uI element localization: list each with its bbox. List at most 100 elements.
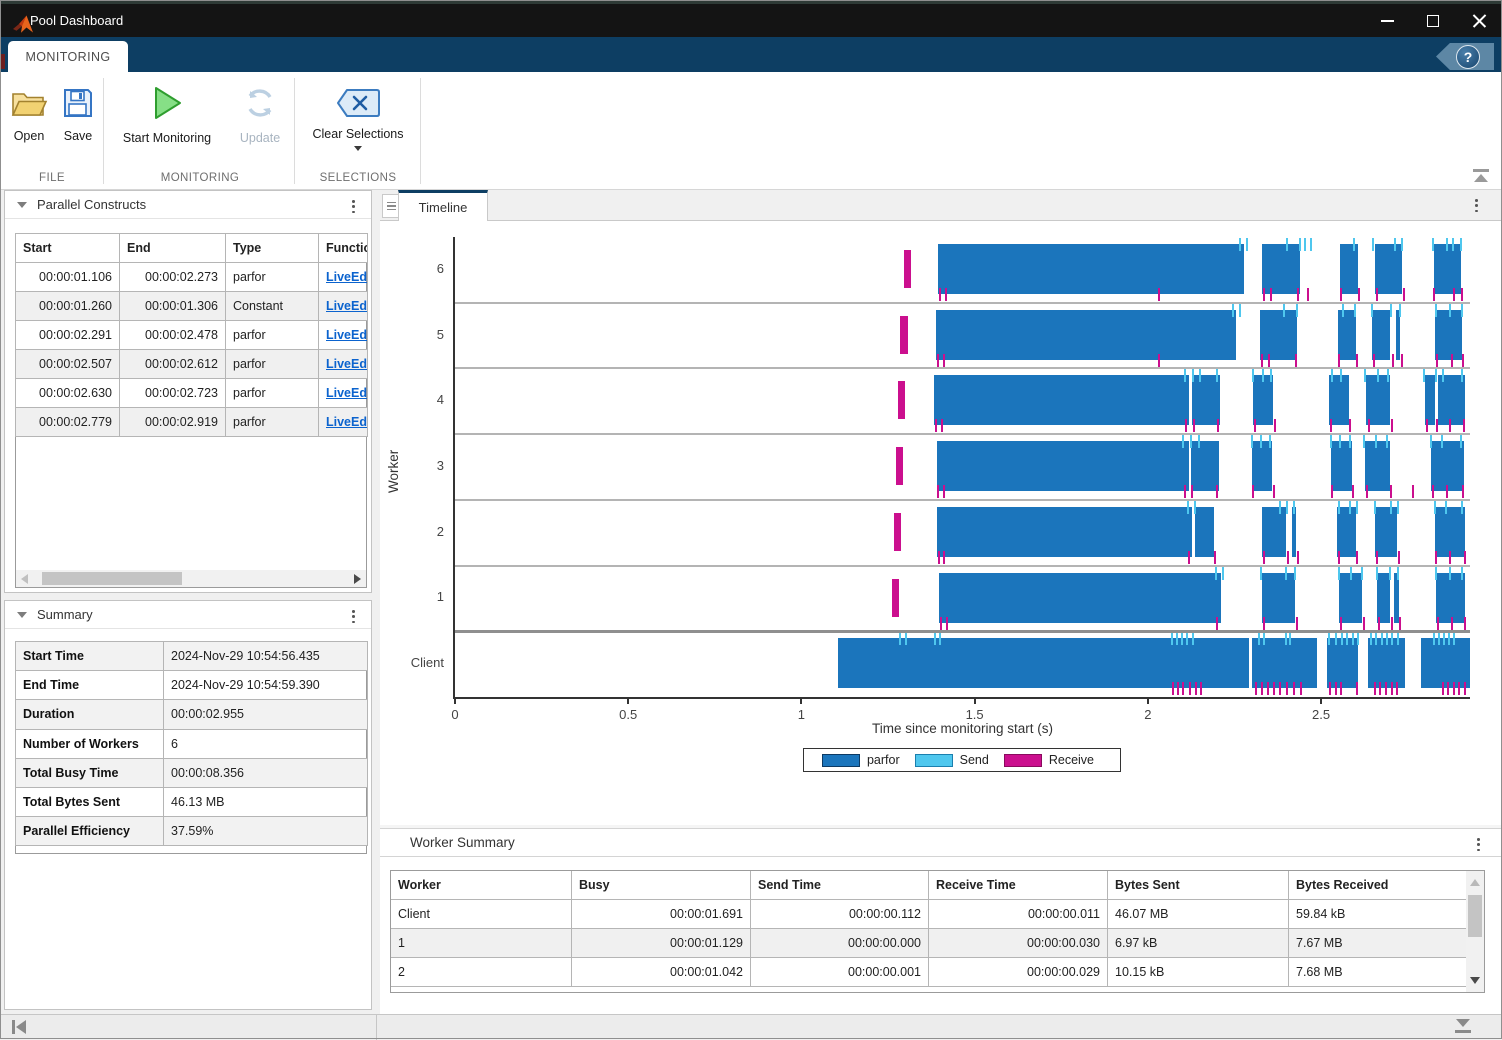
receive-block[interactable] <box>896 447 903 485</box>
tab-monitoring[interactable]: MONITORING <box>8 41 128 72</box>
tab-timeline[interactable]: Timeline <box>398 190 488 221</box>
parfor-bar[interactable] <box>934 375 1189 425</box>
parfor-bar[interactable] <box>1368 638 1405 688</box>
clear-selections-button[interactable]: Clear Selections <box>302 88 414 151</box>
function-link[interactable]: LiveEd <box>326 357 367 371</box>
receive-block[interactable] <box>892 579 899 617</box>
receive-block[interactable] <box>900 316 908 354</box>
scroll-right-icon[interactable] <box>354 574 361 584</box>
parfor-bar[interactable] <box>1292 507 1297 557</box>
parfor-bar[interactable] <box>1338 310 1357 360</box>
parfor-bar[interactable] <box>1329 375 1349 425</box>
close-button[interactable] <box>1456 4 1502 37</box>
parfor-bar[interactable] <box>1331 441 1352 491</box>
col-start[interactable]: Start <box>16 234 120 263</box>
open-button[interactable]: Open <box>6 86 52 143</box>
construct-row[interactable]: 00:00:02.291 00:00:02.478 parfor LiveEd <box>16 321 368 350</box>
parfor-bar[interactable] <box>1431 441 1464 491</box>
scroll-left-icon[interactable] <box>21 574 28 584</box>
parfor-bar[interactable] <box>937 507 1192 557</box>
parfor-bar[interactable] <box>1192 375 1220 425</box>
parfor-bar[interactable] <box>1253 375 1273 425</box>
parfor-bar[interactable] <box>1252 441 1272 491</box>
parallel-constructs-header[interactable]: Parallel Constructs <box>5 191 371 219</box>
worker-row[interactable]: 2 00:00:01.042 00:00:00.001 00:00:00.029… <box>391 958 1468 987</box>
parfor-bar[interactable] <box>1195 507 1214 557</box>
parfor-bar[interactable] <box>1252 638 1316 688</box>
parfor-bar[interactable] <box>1396 310 1400 360</box>
parfor-bar[interactable] <box>1394 573 1398 623</box>
worker-summary-header[interactable]: Worker Summary <box>380 828 1502 857</box>
construct-row[interactable]: 00:00:01.260 00:00:01.306 Constant LiveE… <box>16 292 368 321</box>
parfor-bar[interactable] <box>1262 507 1286 557</box>
parfor-bar[interactable] <box>1425 375 1435 425</box>
parfor-bar[interactable] <box>937 441 1189 491</box>
summary-header[interactable]: Summary <box>5 601 371 629</box>
col-type[interactable]: Type <box>226 234 319 263</box>
worker-row[interactable]: 1 00:00:01.129 00:00:00.000 00:00:00.030… <box>391 929 1468 958</box>
col-function[interactable]: Function <box>319 234 368 263</box>
parfor-bar[interactable] <box>1375 507 1398 557</box>
parfor-bar[interactable] <box>1262 573 1295 623</box>
parfor-bar[interactable] <box>939 573 1221 623</box>
function-link[interactable]: LiveEd <box>326 299 367 313</box>
col-end[interactable]: End <box>120 234 226 263</box>
parfor-bar[interactable] <box>1340 244 1358 294</box>
parfor-bar[interactable] <box>936 310 1236 360</box>
function-link[interactable]: LiveEd <box>326 386 367 400</box>
parfor-bar[interactable] <box>1327 638 1358 688</box>
parfor-bar[interactable] <box>1339 573 1362 623</box>
scroll-up-icon[interactable] <box>1470 879 1480 886</box>
parfor-bar[interactable] <box>1377 573 1390 623</box>
scroll-down-icon[interactable] <box>1470 977 1480 984</box>
parfor-bar[interactable] <box>1434 244 1462 294</box>
collapse-panel-icon[interactable] <box>17 202 27 208</box>
save-button[interactable]: Save <box>56 86 100 143</box>
col-bytes-sent[interactable]: Bytes Sent <box>1108 871 1289 900</box>
kebab-menu-icon[interactable] <box>348 606 359 627</box>
parfor-bar[interactable] <box>1372 310 1390 360</box>
col-bytes-received[interactable]: Bytes Received <box>1289 871 1468 900</box>
receive-block[interactable] <box>894 513 901 551</box>
function-link[interactable]: LiveEd <box>326 270 367 284</box>
col-send-time[interactable]: Send Time <box>751 871 929 900</box>
construct-row[interactable]: 00:00:02.507 00:00:02.612 parfor LiveEd <box>16 350 368 379</box>
function-link[interactable]: LiveEd <box>326 328 367 342</box>
parfor-bar[interactable] <box>1435 310 1462 360</box>
col-receive-time[interactable]: Receive Time <box>929 871 1108 900</box>
kebab-menu-icon[interactable] <box>1473 834 1484 855</box>
col-worker[interactable]: Worker <box>391 871 572 900</box>
start-monitoring-button[interactable]: Start Monitoring <box>110 84 224 145</box>
receive-block[interactable] <box>904 250 911 288</box>
parfor-bar[interactable] <box>838 638 1249 688</box>
col-busy[interactable]: Busy <box>572 871 751 900</box>
parfor-bar[interactable] <box>938 244 1244 294</box>
construct-row[interactable]: 00:00:02.630 00:00:02.723 parfor LiveEd <box>16 379 368 408</box>
minimize-button[interactable] <box>1364 4 1410 37</box>
worker-row[interactable]: Client 00:00:01.691 00:00:00.112 00:00:0… <box>391 900 1468 929</box>
parfor-bar[interactable] <box>1435 507 1465 557</box>
collapse-left-button[interactable] <box>12 1020 28 1034</box>
parfor-bar[interactable] <box>1421 638 1470 688</box>
parfor-bar[interactable] <box>1436 573 1465 623</box>
collapse-panel-icon[interactable] <box>17 612 27 618</box>
parfor-bar[interactable] <box>1365 441 1389 491</box>
parfor-bar[interactable] <box>1438 375 1465 425</box>
receive-block[interactable] <box>898 381 905 419</box>
scrollbar-thumb[interactable] <box>1468 895 1482 937</box>
scrollbar-thumb[interactable] <box>42 572 182 585</box>
construct-row[interactable]: 00:00:02.779 00:00:02.919 parfor LiveEd <box>16 408 368 437</box>
maximize-button[interactable] <box>1410 4 1456 37</box>
parfor-bar[interactable] <box>1375 244 1402 294</box>
parfor-bar[interactable] <box>1260 310 1297 360</box>
parfor-bar[interactable] <box>1337 507 1356 557</box>
parfor-bar[interactable] <box>1366 375 1390 425</box>
horizontal-scrollbar[interactable] <box>16 570 366 587</box>
collapse-down-button[interactable] <box>1454 1019 1472 1034</box>
vertical-scrollbar[interactable] <box>1466 870 1485 993</box>
kebab-menu-icon[interactable] <box>1471 195 1482 216</box>
parfor-bar[interactable] <box>1191 441 1218 491</box>
function-link[interactable]: LiveEd <box>326 415 367 429</box>
kebab-menu-icon[interactable] <box>348 196 359 217</box>
parfor-bar[interactable] <box>1262 244 1300 294</box>
